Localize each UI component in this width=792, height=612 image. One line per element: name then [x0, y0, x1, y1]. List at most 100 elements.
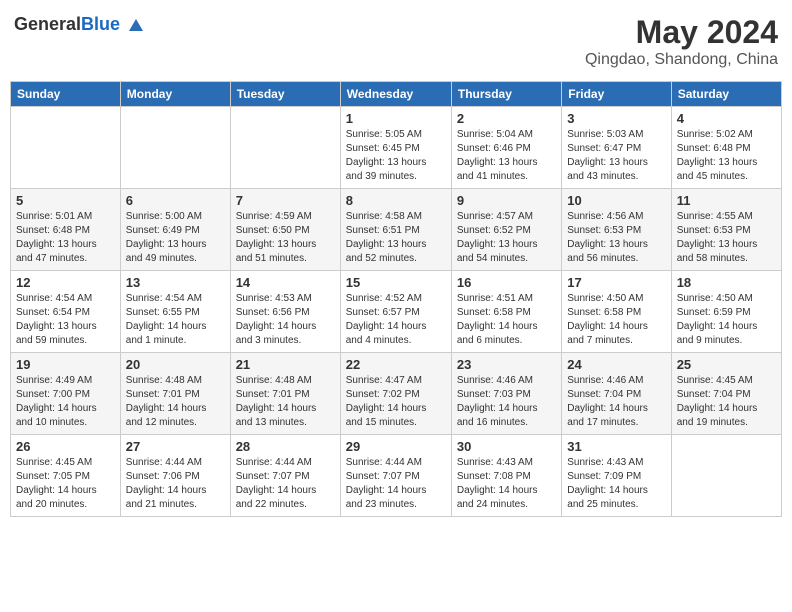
day-info: Sunrise: 4:44 AMSunset: 7:07 PMDaylight:… — [236, 456, 335, 512]
weekday-header-tuesday: Tuesday — [230, 82, 340, 107]
weekday-header-row: SundayMondayTuesdayWednesdayThursdayFrid… — [11, 82, 782, 107]
calendar-cell — [120, 107, 230, 189]
day-info: Sunrise: 4:54 AMSunset: 6:55 PMDaylight:… — [126, 292, 225, 348]
weekday-header-thursday: Thursday — [451, 82, 561, 107]
calendar-cell: 27 Sunrise: 4:44 AMSunset: 7:06 PMDayligh… — [120, 435, 230, 517]
calendar-table: SundayMondayTuesdayWednesdayThursdayFrid… — [10, 81, 782, 517]
day-info: Sunrise: 4:47 AMSunset: 7:02 PMDaylight:… — [346, 374, 446, 430]
day-info: Sunrise: 4:49 AMSunset: 7:00 PMDaylight:… — [16, 374, 115, 430]
calendar-week-row: 26 Sunrise: 4:45 AMSunset: 7:05 PMDayligh… — [11, 435, 782, 517]
calendar-cell: 11Sunrise: 4:55 AMSunset: 6:53 PMDayligh… — [671, 189, 781, 271]
weekday-header-sunday: Sunday — [11, 82, 121, 107]
day-info: Sunrise: 4:43 AMSunset: 7:09 PMDaylight:… — [567, 456, 665, 512]
day-info: Sunrise: 4:45 AMSunset: 7:04 PMDaylight:… — [677, 374, 776, 430]
day-number: 14 — [236, 275, 335, 290]
calendar-cell: 30Sunrise: 4:43 AMSunset: 7:08 PMDayligh… — [451, 435, 561, 517]
logo-blue: Blue — [81, 14, 120, 34]
calendar-cell — [671, 435, 781, 517]
day-number: 24 — [567, 357, 665, 372]
day-number: 26 — [16, 439, 115, 454]
calendar-cell: 22 Sunrise: 4:47 AMSunset: 7:02 PMDayligh… — [340, 353, 451, 435]
day-number: 18 — [677, 275, 776, 290]
weekday-header-monday: Monday — [120, 82, 230, 107]
day-info: Sunrise: 4:53 AMSunset: 6:56 PMDaylight:… — [236, 292, 335, 348]
page-header: GeneralBlue May 2024 Qingdao, Shandong, … — [10, 10, 782, 73]
day-number: 12 — [16, 275, 115, 290]
calendar-cell: 13 Sunrise: 4:54 AMSunset: 6:55 PMDayligh… — [120, 271, 230, 353]
calendar-week-row: 1 Sunrise: 5:05 AMSunset: 6:45 PMDaylight… — [11, 107, 782, 189]
title-block: May 2024 Qingdao, Shandong, China — [585, 14, 778, 69]
day-info: Sunrise: 5:01 AMSunset: 6:48 PMDaylight:… — [16, 210, 115, 266]
day-info: Sunrise: 5:00 AMSunset: 6:49 PMDaylight:… — [126, 210, 225, 266]
day-number: 9 — [457, 193, 556, 208]
day-number: 7 — [236, 193, 335, 208]
month-title: May 2024 — [585, 14, 778, 51]
day-info: Sunrise: 5:05 AMSunset: 6:45 PMDaylight:… — [346, 128, 446, 184]
day-info: Sunrise: 4:51 AMSunset: 6:58 PMDaylight:… — [457, 292, 556, 348]
calendar-cell: 31 Sunrise: 4:43 AMSunset: 7:09 PMDayligh… — [562, 435, 671, 517]
day-number: 1 — [346, 111, 446, 126]
day-info: Sunrise: 4:55 AMSunset: 6:53 PMDaylight:… — [677, 210, 776, 266]
calendar-cell: 28Sunrise: 4:44 AMSunset: 7:07 PMDayligh… — [230, 435, 340, 517]
calendar-cell — [230, 107, 340, 189]
logo-general: General — [14, 14, 81, 34]
day-number: 8 — [346, 193, 446, 208]
day-info: Sunrise: 4:45 AMSunset: 7:05 PMDaylight:… — [16, 456, 115, 512]
day-number: 5 — [16, 193, 115, 208]
day-number: 16 — [457, 275, 556, 290]
day-number: 13 — [126, 275, 225, 290]
calendar-cell: 19 Sunrise: 4:49 AMSunset: 7:00 PMDayligh… — [11, 353, 121, 435]
day-info: Sunrise: 4:52 AMSunset: 6:57 PMDaylight:… — [346, 292, 446, 348]
day-number: 31 — [567, 439, 665, 454]
day-number: 4 — [677, 111, 776, 126]
calendar-cell: 5 Sunrise: 5:01 AMSunset: 6:48 PMDaylight… — [11, 189, 121, 271]
logo: GeneralBlue — [14, 14, 145, 35]
day-number: 15 — [346, 275, 446, 290]
calendar-cell: 1 Sunrise: 5:05 AMSunset: 6:45 PMDaylight… — [340, 107, 451, 189]
day-number: 6 — [126, 193, 225, 208]
calendar-cell: 8 Sunrise: 4:58 AMSunset: 6:51 PMDaylight… — [340, 189, 451, 271]
calendar-cell — [11, 107, 121, 189]
calendar-cell: 6 Sunrise: 5:00 AMSunset: 6:49 PMDaylight… — [120, 189, 230, 271]
day-number: 10 — [567, 193, 665, 208]
day-info: Sunrise: 4:58 AMSunset: 6:51 PMDaylight:… — [346, 210, 446, 266]
day-number: 17 — [567, 275, 665, 290]
day-info: Sunrise: 4:56 AMSunset: 6:53 PMDaylight:… — [567, 210, 665, 266]
weekday-header-wednesday: Wednesday — [340, 82, 451, 107]
day-info: Sunrise: 4:44 AMSunset: 7:07 PMDaylight:… — [346, 456, 446, 512]
calendar-week-row: 19 Sunrise: 4:49 AMSunset: 7:00 PMDayligh… — [11, 353, 782, 435]
day-info: Sunrise: 4:50 AMSunset: 6:58 PMDaylight:… — [567, 292, 665, 348]
logo-icon — [127, 17, 145, 35]
location-title: Qingdao, Shandong, China — [585, 51, 778, 69]
day-info: Sunrise: 4:44 AMSunset: 7:06 PMDaylight:… — [126, 456, 225, 512]
day-info: Sunrise: 4:50 AMSunset: 6:59 PMDaylight:… — [677, 292, 776, 348]
day-number: 3 — [567, 111, 665, 126]
day-number: 21 — [236, 357, 335, 372]
day-info: Sunrise: 4:59 AMSunset: 6:50 PMDaylight:… — [236, 210, 335, 266]
calendar-cell: 26 Sunrise: 4:45 AMSunset: 7:05 PMDayligh… — [11, 435, 121, 517]
day-number: 23 — [457, 357, 556, 372]
calendar-cell: 18 Sunrise: 4:50 AMSunset: 6:59 PMDayligh… — [671, 271, 781, 353]
calendar-cell: 16 Sunrise: 4:51 AMSunset: 6:58 PMDayligh… — [451, 271, 561, 353]
day-info: Sunrise: 4:57 AMSunset: 6:52 PMDaylight:… — [457, 210, 556, 266]
calendar-cell: 29Sunrise: 4:44 AMSunset: 7:07 PMDayligh… — [340, 435, 451, 517]
day-info: Sunrise: 4:46 AMSunset: 7:04 PMDaylight:… — [567, 374, 665, 430]
day-number: 27 — [126, 439, 225, 454]
day-info: Sunrise: 4:54 AMSunset: 6:54 PMDaylight:… — [16, 292, 115, 348]
calendar-cell: 7 Sunrise: 4:59 AMSunset: 6:50 PMDaylight… — [230, 189, 340, 271]
day-info: Sunrise: 4:46 AMSunset: 7:03 PMDaylight:… — [457, 374, 556, 430]
day-info: Sunrise: 5:04 AMSunset: 6:46 PMDaylight:… — [457, 128, 556, 184]
day-number: 2 — [457, 111, 556, 126]
day-number: 20 — [126, 357, 225, 372]
day-number: 25 — [677, 357, 776, 372]
calendar-cell: 25 Sunrise: 4:45 AMSunset: 7:04 PMDayligh… — [671, 353, 781, 435]
calendar-cell: 9 Sunrise: 4:57 AMSunset: 6:52 PMDaylight… — [451, 189, 561, 271]
day-info: Sunrise: 4:48 AMSunset: 7:01 PMDaylight:… — [236, 374, 335, 430]
calendar-cell: 20Sunrise: 4:48 AMSunset: 7:01 PMDayligh… — [120, 353, 230, 435]
calendar-cell: 15 Sunrise: 4:52 AMSunset: 6:57 PMDayligh… — [340, 271, 451, 353]
day-number: 30 — [457, 439, 556, 454]
day-info: Sunrise: 5:02 AMSunset: 6:48 PMDaylight:… — [677, 128, 776, 184]
day-number: 22 — [346, 357, 446, 372]
day-number: 19 — [16, 357, 115, 372]
calendar-week-row: 5 Sunrise: 5:01 AMSunset: 6:48 PMDaylight… — [11, 189, 782, 271]
